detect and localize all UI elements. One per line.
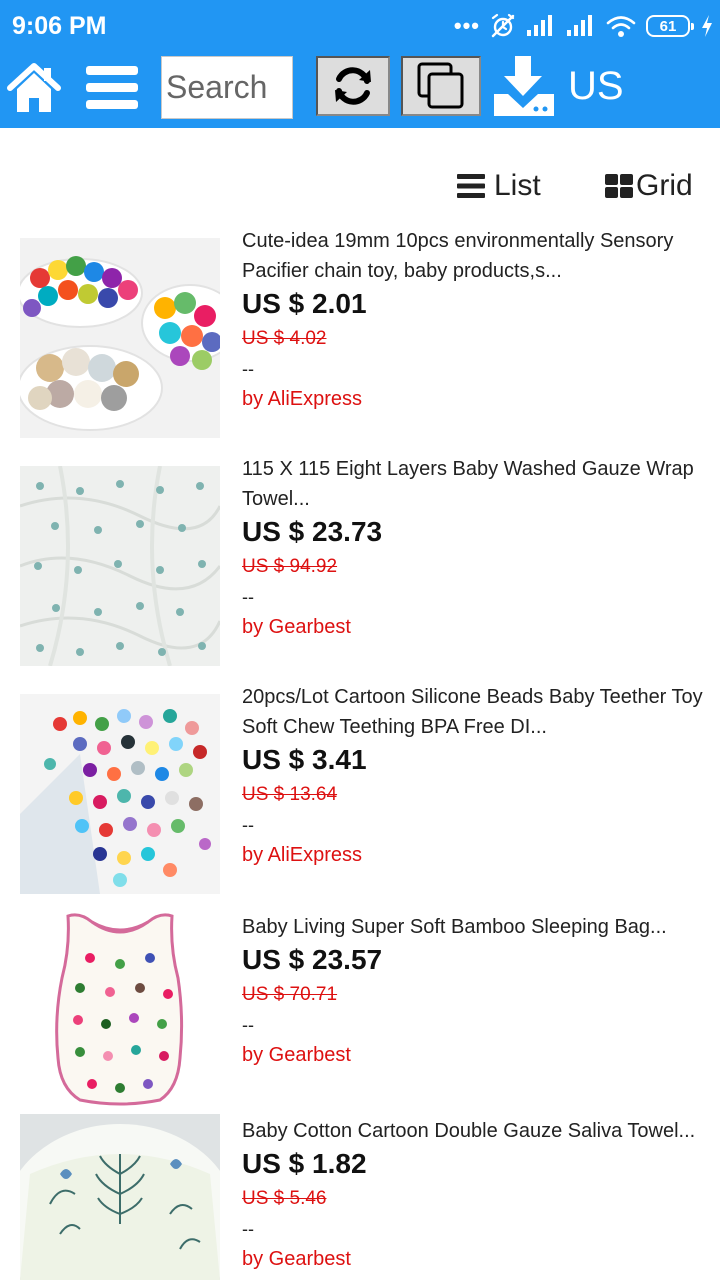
refresh-button[interactable] <box>316 56 390 116</box>
alarm-off-icon <box>491 13 515 38</box>
product-original-price: US $ 13.64 <box>242 784 338 805</box>
product-title[interactable]: Cute-idea 19mm 10pcs environmentally Sen… <box>242 226 712 286</box>
signal-strength-2-icon <box>567 15 592 36</box>
battery-icon: 61 <box>646 15 694 37</box>
battery-level: 61 <box>659 17 677 35</box>
signal-strength-icon <box>527 15 552 36</box>
product-image[interactable] <box>20 1114 220 1280</box>
grid-view-button[interactable]: Grid <box>604 166 693 206</box>
product-price: US $ 3.41 <box>242 744 367 775</box>
product-info: 20pcs/Lot Cartoon Silicone Beads Baby Te… <box>242 680 712 870</box>
product-price: US $ 1.82 <box>242 1148 367 1179</box>
status-icons: ••• 61 <box>454 10 714 42</box>
list-view-button[interactable]: List <box>456 166 541 206</box>
product-seller: by Gearbest <box>242 1248 351 1270</box>
product-rating-placeholder: -- <box>242 587 254 607</box>
product-seller: by AliExpress <box>242 388 363 410</box>
product-image[interactable] <box>20 238 220 438</box>
product-rating-placeholder: -- <box>242 1219 254 1239</box>
product-title[interactable]: 115 X 115 Eight Layers Baby Washed Gauze… <box>242 454 712 514</box>
status-time: 9:06 PM <box>12 12 107 40</box>
product-title[interactable]: 20pcs/Lot Cartoon Silicone Beads Baby Te… <box>242 682 712 742</box>
grid-view-label: Grid <box>636 169 693 202</box>
home-icon[interactable] <box>6 60 62 116</box>
more-notifications-icon: ••• <box>453 13 480 38</box>
product-seller: by Gearbest <box>242 1044 351 1066</box>
product-image[interactable] <box>20 908 220 1108</box>
product-info: 115 X 115 Eight Layers Baby Washed Gauze… <box>242 452 712 642</box>
product-image[interactable] <box>20 694 220 894</box>
product-seller: by Gearbest <box>242 616 351 638</box>
product-info: Cute-idea 19mm 10pcs environmentally Sen… <box>242 224 712 414</box>
product-title[interactable]: Baby Living Super Soft Bamboo Sleeping B… <box>242 912 712 942</box>
download-icon[interactable] <box>492 54 556 118</box>
list-view-label: List <box>494 169 541 202</box>
wifi-icon <box>606 16 636 37</box>
product-price: US $ 23.73 <box>242 516 383 547</box>
product-original-price: US $ 4.02 <box>242 328 327 349</box>
refresh-icon <box>335 67 371 105</box>
grid-icon <box>605 174 633 198</box>
product-price: US $ 2.01 <box>242 288 367 319</box>
product-original-price: US $ 5.46 <box>242 1188 327 1209</box>
status-bar: 9:06 PM ••• 61 <box>0 0 720 52</box>
product-original-price: US $ 70.71 <box>242 984 338 1005</box>
search-input[interactable] <box>161 56 293 119</box>
charging-icon <box>702 15 712 37</box>
product-image[interactable] <box>20 466 220 666</box>
product-info: Baby Cotton Cartoon Double Gauze Saliva … <box>242 1114 712 1274</box>
product-price: US $ 23.57 <box>242 944 383 975</box>
view-toggle: List Grid <box>0 166 720 206</box>
list-icon <box>457 174 485 198</box>
copy-button[interactable] <box>401 56 481 116</box>
product-title[interactable]: Baby Cotton Cartoon Double Gauze Saliva … <box>242 1116 712 1146</box>
toolbar: US <box>0 52 720 128</box>
product-info: Baby Living Super Soft Bamboo Sleeping B… <box>242 910 712 1070</box>
product-rating-placeholder: -- <box>242 815 254 835</box>
product-rating-placeholder: -- <box>242 1015 254 1035</box>
product-original-price: US $ 94.92 <box>242 556 338 577</box>
region-selector[interactable]: US <box>568 62 624 110</box>
product-rating-placeholder: -- <box>242 359 254 379</box>
product-seller: by AliExpress <box>242 844 363 866</box>
menu-icon[interactable] <box>84 62 140 114</box>
copy-icon <box>417 62 464 109</box>
